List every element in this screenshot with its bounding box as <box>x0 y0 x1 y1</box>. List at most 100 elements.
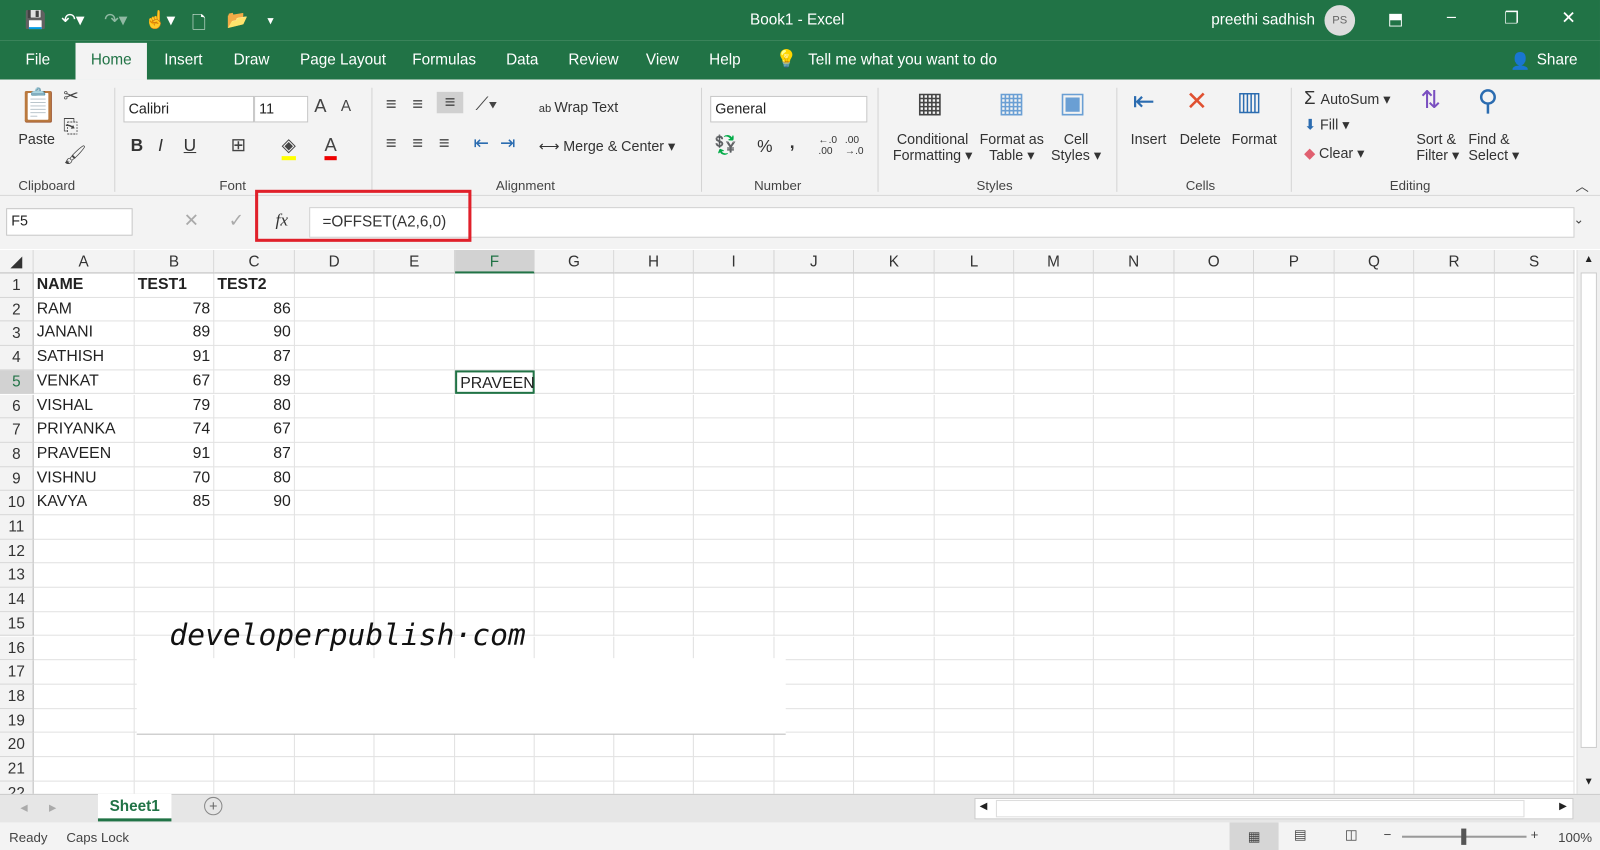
increase-font-icon[interactable]: A <box>314 96 326 117</box>
cell[interactable] <box>1174 563 1255 588</box>
column-header-k[interactable]: K <box>854 249 935 274</box>
cell[interactable] <box>1014 539 1094 564</box>
cell[interactable] <box>693 418 775 443</box>
cell[interactable]: TEST1 <box>134 273 215 298</box>
cell[interactable] <box>1414 708 1495 733</box>
format-painter-icon[interactable]: 🖌 <box>63 145 86 166</box>
underline-button[interactable]: U <box>184 136 197 156</box>
active-cell[interactable]: PRAVEEN <box>455 370 535 395</box>
cell[interactable]: 89 <box>134 321 215 346</box>
cell[interactable] <box>1014 732 1094 758</box>
cell[interactable] <box>934 273 1015 298</box>
cell[interactable] <box>854 732 935 758</box>
row-header[interactable]: 19 <box>0 708 34 733</box>
cell[interactable] <box>1494 394 1575 419</box>
new-sheet-button[interactable]: + <box>204 796 223 816</box>
cell[interactable] <box>374 491 456 516</box>
cell[interactable] <box>1254 636 1335 661</box>
cell[interactable] <box>1334 660 1415 685</box>
insert-button[interactable]: Insert <box>1131 131 1167 147</box>
cell[interactable] <box>374 442 456 467</box>
cell[interactable] <box>774 442 855 467</box>
cell[interactable] <box>1093 273 1175 298</box>
cell[interactable] <box>1014 563 1094 588</box>
cell[interactable] <box>854 612 935 637</box>
cell[interactable] <box>693 273 775 298</box>
cell[interactable]: KAVYA <box>33 491 135 516</box>
cell[interactable] <box>134 732 215 758</box>
cell[interactable] <box>534 491 615 516</box>
cell[interactable]: PRAVEEN <box>33 442 135 467</box>
cell[interactable] <box>374 539 456 564</box>
cell[interactable] <box>1494 636 1575 661</box>
cell[interactable] <box>1414 466 1495 492</box>
cell[interactable] <box>693 394 775 419</box>
number-format-select[interactable]: General <box>710 95 868 123</box>
ribbon-display-options-icon[interactable]: ⬒ <box>1388 9 1403 29</box>
cell[interactable] <box>1414 757 1495 782</box>
cell[interactable] <box>534 587 615 613</box>
cell[interactable] <box>1494 708 1575 733</box>
cell[interactable] <box>374 515 456 540</box>
cell[interactable] <box>854 515 935 540</box>
cell[interactable]: VISHAL <box>33 394 135 419</box>
cell[interactable] <box>934 636 1015 661</box>
page-layout-view-icon[interactable]: ▤ <box>1294 827 1307 843</box>
cell[interactable] <box>1093 684 1175 709</box>
column-header-c[interactable]: C <box>214 249 295 274</box>
user-name[interactable]: preethi sadhish <box>1211 11 1315 28</box>
cell[interactable] <box>1254 612 1335 637</box>
share-icon[interactable]: 👤 <box>1510 51 1530 71</box>
cell[interactable] <box>934 732 1015 758</box>
cell[interactable] <box>374 781 456 794</box>
percent-button[interactable]: % <box>757 137 772 157</box>
column-header-e[interactable]: E <box>374 249 456 274</box>
cell[interactable] <box>854 636 935 661</box>
horizontal-scrollbar[interactable]: ◀ ▶ <box>974 797 1574 820</box>
cell[interactable] <box>1174 370 1255 395</box>
delete-button[interactable]: Delete <box>1180 131 1221 147</box>
cancel-icon[interactable]: ✕ <box>184 210 199 231</box>
cell[interactable] <box>1334 442 1415 467</box>
cell[interactable] <box>1414 636 1495 661</box>
cell[interactable] <box>534 612 615 637</box>
cell[interactable] <box>1494 370 1575 395</box>
cell[interactable] <box>694 781 775 794</box>
decrease-font-icon[interactable]: A <box>341 98 351 115</box>
cell[interactable] <box>1093 757 1175 782</box>
cell[interactable] <box>774 297 855 322</box>
cell[interactable] <box>934 466 1015 492</box>
row-header[interactable]: 22 <box>0 781 34 794</box>
cell[interactable] <box>1093 612 1175 637</box>
cell[interactable] <box>854 781 935 794</box>
cell[interactable] <box>1254 466 1335 492</box>
cell[interactable] <box>614 539 694 564</box>
cell[interactable] <box>1414 321 1495 346</box>
autosum-button[interactable]: Σ AutoSum ▾ <box>1304 88 1390 109</box>
cell[interactable] <box>33 708 135 733</box>
cell[interactable] <box>614 515 694 540</box>
cell[interactable] <box>374 563 456 588</box>
cell[interactable]: 70 <box>134 466 215 492</box>
cell[interactable] <box>1334 515 1415 540</box>
cell[interactable] <box>935 781 1015 794</box>
cell[interactable] <box>774 491 855 516</box>
share-button[interactable]: Share <box>1537 51 1578 68</box>
cell[interactable] <box>1414 394 1495 419</box>
cell[interactable] <box>1414 515 1495 540</box>
cell[interactable]: 67 <box>214 418 295 443</box>
cell[interactable] <box>934 563 1015 588</box>
paste-icon[interactable]: 📋 <box>18 86 59 125</box>
cell[interactable] <box>534 757 615 782</box>
cell[interactable] <box>1334 466 1415 492</box>
cell[interactable] <box>534 370 615 395</box>
cell[interactable] <box>854 563 935 588</box>
cell[interactable] <box>1014 466 1094 492</box>
page-break-view-icon[interactable]: ◫ <box>1345 827 1358 843</box>
hscroll-thumb[interactable] <box>995 799 1525 818</box>
expand-formula-bar-icon[interactable]: ⌄ <box>1573 212 1583 226</box>
cell[interactable] <box>1014 394 1094 419</box>
cell[interactable] <box>1093 394 1175 419</box>
row-header[interactable]: 17 <box>0 660 34 685</box>
cell[interactable] <box>1334 370 1415 395</box>
